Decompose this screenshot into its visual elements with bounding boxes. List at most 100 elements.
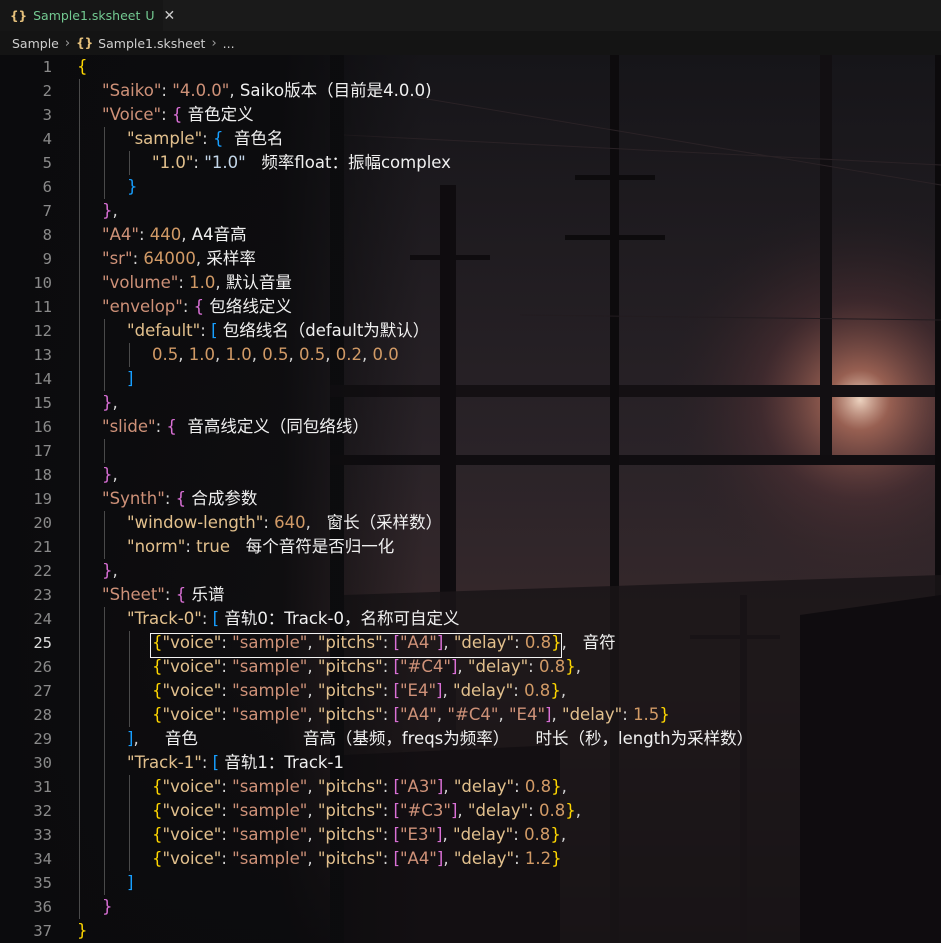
- breadcrumb-file[interactable]: Sample1.sksheet: [98, 36, 205, 51]
- code-line[interactable]: "A4": 440, A4音高: [102, 223, 247, 247]
- code-line[interactable]: },: [102, 199, 118, 223]
- code-line[interactable]: "slide": { 音高线定义（同包络线）: [102, 415, 369, 439]
- code-line[interactable]: {: [77, 55, 88, 79]
- indent-guide: [79, 247, 80, 271]
- breadcrumb-symbols[interactable]: ...: [223, 36, 235, 51]
- code-line[interactable]: {"voice": "sample", "pitchs": ["A3"], "d…: [152, 775, 567, 799]
- code-line[interactable]: "window-length": 640, 窗长（采样数）: [127, 511, 442, 535]
- close-icon[interactable]: ✕: [164, 8, 176, 24]
- indent-guide: [79, 439, 80, 463]
- indent-guide: [104, 799, 105, 823]
- indent-guide: [104, 535, 105, 559]
- indent-guide: [79, 319, 80, 343]
- code-line[interactable]: ]: [127, 871, 133, 895]
- code-token: :: [132, 249, 144, 268]
- code-line[interactable]: }: [127, 175, 138, 199]
- breadcrumb-folder[interactable]: Sample: [12, 36, 59, 51]
- code-token: :: [221, 801, 233, 820]
- comment-text: 音符: [582, 633, 616, 652]
- code-line[interactable]: ], 音色 音高（基频，freqs为频率） 时长（秒，length为采样数）: [127, 727, 753, 751]
- code-token: }: [102, 897, 113, 916]
- code-token: ,: [442, 825, 453, 844]
- code-line[interactable]: ]: [127, 367, 133, 391]
- code-token: "window-length": [127, 513, 264, 532]
- code-token: ,: [561, 777, 567, 796]
- indent-guide: [104, 319, 105, 343]
- code-token: :: [263, 513, 275, 532]
- indent-guide: [79, 823, 80, 847]
- code-line[interactable]: 0.5, 1.0, 1.0, 0.5, 0.5, 0.2, 0.0: [152, 343, 399, 367]
- code-token: "sample": [232, 681, 308, 700]
- code-line[interactable]: "Sheet": { 乐谱: [102, 583, 224, 607]
- code-line[interactable]: "Saiko": "4.0.0", Saiko版本（目前是4.0.0): [102, 79, 432, 103]
- code-token: 440: [149, 225, 182, 244]
- indent-guide: [79, 775, 80, 799]
- code-token: ,: [288, 345, 299, 364]
- indent-guide: [79, 295, 80, 319]
- code-token: ,: [457, 801, 468, 820]
- code-token: {: [175, 585, 192, 604]
- code-line[interactable]: }: [77, 919, 88, 943]
- code-line[interactable]: },: [102, 463, 118, 487]
- code-token: "E4": [399, 681, 437, 700]
- code-line[interactable]: "1.0": "1.0" 频率float：振幅complex: [152, 151, 451, 175]
- tab-sample1-sksheet[interactable]: {} Sample1.sksheet U ✕: [0, 0, 175, 31]
- code-editor[interactable]: 1 2 3 4 5 6 7 8 9 10 11 12 13 14 15 16 17 18 19 20 21 22 23 24 2…: [0, 55, 941, 943]
- code-line[interactable]: },: [102, 391, 118, 415]
- code-token: "delay": [452, 681, 514, 700]
- code-token: ]: [127, 369, 134, 388]
- code-token: }: [102, 393, 113, 412]
- code-line[interactable]: },: [102, 559, 118, 583]
- line-number: 7: [42, 202, 52, 220]
- code-token: ,: [575, 801, 581, 820]
- code-token: 0.2: [335, 345, 362, 364]
- code-line[interactable]: {"voice": "sample", "pitchs": ["E3"], "d…: [152, 823, 566, 847]
- indent-guide: [79, 367, 80, 391]
- indent-guide: [129, 823, 130, 847]
- code-token: ,: [457, 657, 468, 676]
- code-token: :: [622, 705, 634, 724]
- code-line[interactable]: "Track-1": [ 音轨1：Track-1: [127, 751, 344, 775]
- indent-guide: [104, 727, 105, 751]
- code-line[interactable]: "volume": 1.0, 默认音量: [102, 271, 292, 295]
- code-token: "#C3": [399, 801, 451, 820]
- code-token: }: [102, 201, 113, 220]
- code-line[interactable]: "Synth": { 合成参数: [102, 487, 257, 511]
- indent-guide: [104, 439, 105, 463]
- comment-text: A4音高: [191, 225, 247, 244]
- code-line[interactable]: {"voice": "sample", "pitchs": ["A4"], "d…: [152, 847, 562, 871]
- line-number: 4: [42, 130, 52, 148]
- code-token: {: [77, 57, 88, 76]
- code-line[interactable]: {"voice": "sample", "pitchs": ["E4"], "d…: [152, 679, 566, 703]
- code-token: :: [155, 417, 167, 436]
- code-line[interactable]: "sample": { 音色名: [127, 127, 283, 151]
- code-token: "pitchs": [317, 825, 383, 844]
- code-line[interactable]: "default": [ 包络线名（default为默认）: [127, 319, 429, 343]
- code-token: "voice": [162, 681, 222, 700]
- code-line[interactable]: "Voice": { 音色定义: [102, 103, 254, 127]
- indent-guide: [104, 631, 105, 655]
- indent-guide: [79, 79, 80, 103]
- indent-guide: [79, 223, 80, 247]
- code-token: ,: [498, 705, 509, 724]
- indent-guide: [104, 655, 105, 679]
- code-line[interactable]: "norm": true 每个音符是否归一化: [127, 535, 394, 559]
- line-number: 33: [33, 826, 52, 844]
- code-line[interactable]: "sr": 64000, 采样率: [102, 247, 256, 271]
- indent-guide: [79, 487, 80, 511]
- code-line[interactable]: }: [102, 895, 113, 919]
- code-token: "delay": [453, 849, 515, 868]
- indent-guide: [104, 607, 105, 631]
- code-token: ,: [575, 657, 581, 676]
- code-line[interactable]: {"voice": "sample", "pitchs": ["A4", "#C…: [152, 703, 670, 727]
- code-token: :: [138, 225, 150, 244]
- code-line[interactable]: {"voice": "sample", "pitchs": ["#C3"], "…: [152, 799, 581, 823]
- code-line[interactable]: "envelop": { 包络线定义: [102, 295, 292, 319]
- comment-text: 音色 音高（基频，freqs为频率） 时长（秒，length为采样数）: [164, 729, 754, 748]
- code-token: "Track-0": [127, 609, 202, 628]
- code-token: "A4": [399, 849, 437, 868]
- line-number: 3: [42, 106, 52, 124]
- code-line[interactable]: {"voice": "sample", "pitchs": ["#C4"], "…: [152, 655, 581, 679]
- code-token: }: [102, 465, 113, 484]
- code-line[interactable]: "Track-0": [ 音轨0：Track-0，名称可自定义: [127, 607, 459, 631]
